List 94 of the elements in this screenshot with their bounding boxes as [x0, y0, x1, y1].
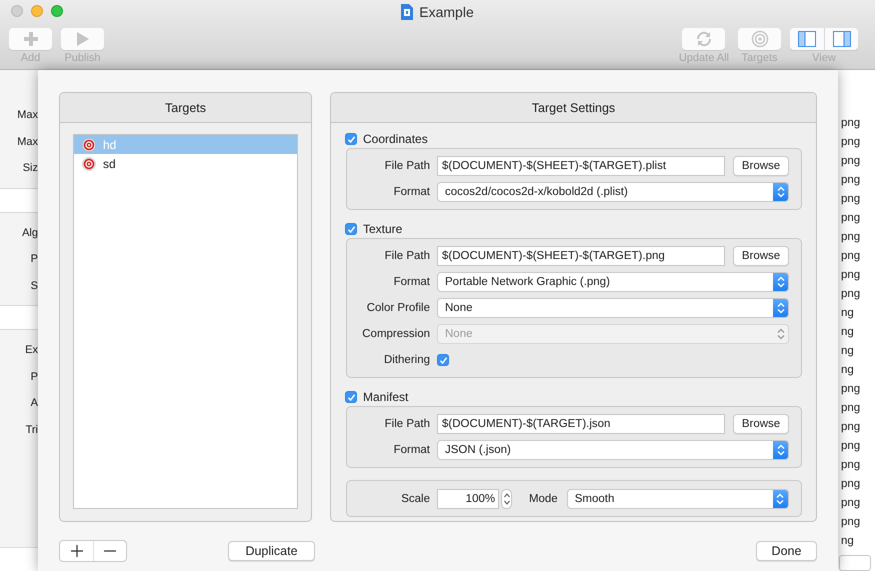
form-label: P	[30, 253, 38, 266]
file-name-cell-text: png	[840, 154, 862, 169]
file-name-cell-text: ng	[840, 325, 855, 340]
window-title: Example	[419, 4, 474, 20]
section-label: Manifest	[363, 390, 408, 404]
file-name-cell-text: png	[840, 515, 862, 530]
form-label: Max	[17, 136, 38, 148]
up-down-arrows-icon	[776, 328, 784, 340]
field-label: Color Profile	[366, 302, 430, 314]
section-label: Coordinates	[363, 132, 428, 146]
up-down-arrows-icon	[776, 276, 784, 288]
browse-button[interactable]: Browse	[733, 156, 789, 176]
form-label: A	[30, 397, 38, 410]
plus-icon	[22, 31, 38, 47]
target-item[interactable]: sd	[74, 154, 297, 173]
field-label: Format	[392, 186, 430, 198]
checkbox[interactable]	[345, 133, 357, 145]
file-name-cell-text: png	[840, 287, 862, 302]
file-name-cell-text: png	[840, 420, 862, 435]
file-name-cell-text: png	[840, 268, 862, 283]
file-path-field[interactable]: $(DOCUMENT)-$(SHEET)-$(TARGET).png	[437, 246, 725, 266]
field-label: File Path	[384, 418, 430, 430]
input-field[interactable]	[839, 555, 871, 571]
file-path-field[interactable]: $(DOCUMENT)-$(TARGET).json	[437, 414, 725, 434]
file-name-cell-text: ng	[840, 306, 855, 321]
form-label: Siz	[22, 162, 38, 174]
right-sidebar-icon	[832, 31, 850, 47]
targets-button[interactable]	[738, 28, 781, 50]
stepper[interactable]	[501, 489, 512, 509]
dropdown[interactable]: JSON (.json)	[437, 440, 789, 460]
checkbox[interactable]	[345, 223, 357, 235]
field-label: Format	[392, 276, 430, 288]
file-name-cell-text: png	[840, 401, 862, 416]
section-label: Texture	[363, 222, 402, 236]
file-path-field[interactable]: $(DOCUMENT)-$(SHEET)-$(TARGET).plist	[437, 156, 725, 176]
target-icon	[750, 30, 768, 48]
field-label: File Path	[384, 160, 430, 172]
minus-icon	[104, 550, 116, 552]
plus-icon	[70, 545, 82, 557]
browse-button[interactable]: Browse	[733, 414, 789, 434]
done-button[interactable]: Done	[756, 541, 817, 561]
file-name-cell-text: png	[840, 496, 862, 511]
close-button[interactable]	[11, 5, 23, 17]
file-name-cell-text: png	[840, 173, 862, 188]
file-name-cell-text: ng	[840, 534, 855, 549]
dropdown[interactable]: None	[437, 298, 789, 318]
file-name-cell-text: png	[840, 382, 862, 397]
browse-button[interactable]: Browse	[733, 246, 789, 266]
file-name-cell-text: png	[840, 249, 862, 264]
minimize-button[interactable]	[31, 5, 43, 17]
panel-title: Targets	[165, 100, 206, 114]
file-name-cell-text: png	[840, 477, 862, 492]
checkbox[interactable]	[437, 354, 449, 366]
field-label: File Path	[384, 250, 430, 262]
document-icon	[401, 4, 414, 20]
dropdown[interactable]: Smooth	[566, 489, 789, 509]
up-down-arrows-icon	[776, 444, 784, 456]
refresh-icon	[694, 30, 713, 48]
form-label: Max	[17, 109, 38, 122]
file-name-cell-text: png	[840, 230, 862, 245]
up-down-arrows-icon	[776, 186, 784, 198]
up-down-arrows-icon	[776, 493, 784, 505]
play-icon	[76, 31, 90, 47]
up-down-arrows-icon	[776, 302, 784, 314]
checkbox[interactable]	[345, 391, 357, 403]
field-label: Scale	[400, 493, 430, 505]
field-label: Format	[392, 444, 430, 456]
field-label: Compression	[361, 328, 430, 340]
form-label: Ex	[25, 344, 38, 356]
update-button[interactable]	[682, 28, 726, 50]
field-label: Dithering	[382, 354, 430, 366]
form-label: P	[30, 370, 38, 383]
file-name-cell-text: ng	[840, 363, 855, 378]
target-icon	[82, 156, 96, 170]
zoom-button[interactable]	[51, 5, 63, 17]
file-name-cell-text: png	[840, 116, 862, 131]
file-name-cell-text: png	[840, 458, 862, 473]
file-name-cell-text: png	[840, 192, 862, 207]
form-label: Tri	[26, 424, 38, 436]
file-name-cell-text: png	[840, 135, 862, 150]
target-icon	[82, 138, 96, 152]
scale-field[interactable]: 100%	[437, 489, 500, 509]
panel-title: Target Settings	[532, 100, 616, 114]
field-label: Mode	[528, 493, 558, 505]
form-label: Alg	[22, 226, 38, 239]
file-name-cell-text: png	[840, 439, 862, 454]
duplicate-button[interactable]: Duplicate	[228, 541, 315, 561]
file-name-cell-text: png	[840, 211, 862, 226]
dropdown[interactable]: cocos2d/cocos2d-x/kobold2d (.plist)	[437, 182, 789, 202]
left-sidebar-icon	[798, 31, 816, 47]
publish-button[interactable]	[61, 28, 104, 50]
form-label: S	[30, 280, 38, 292]
dropdown[interactable]: Portable Network Graphic (.png)	[437, 272, 789, 292]
file-name-cell-text: ng	[840, 344, 855, 359]
